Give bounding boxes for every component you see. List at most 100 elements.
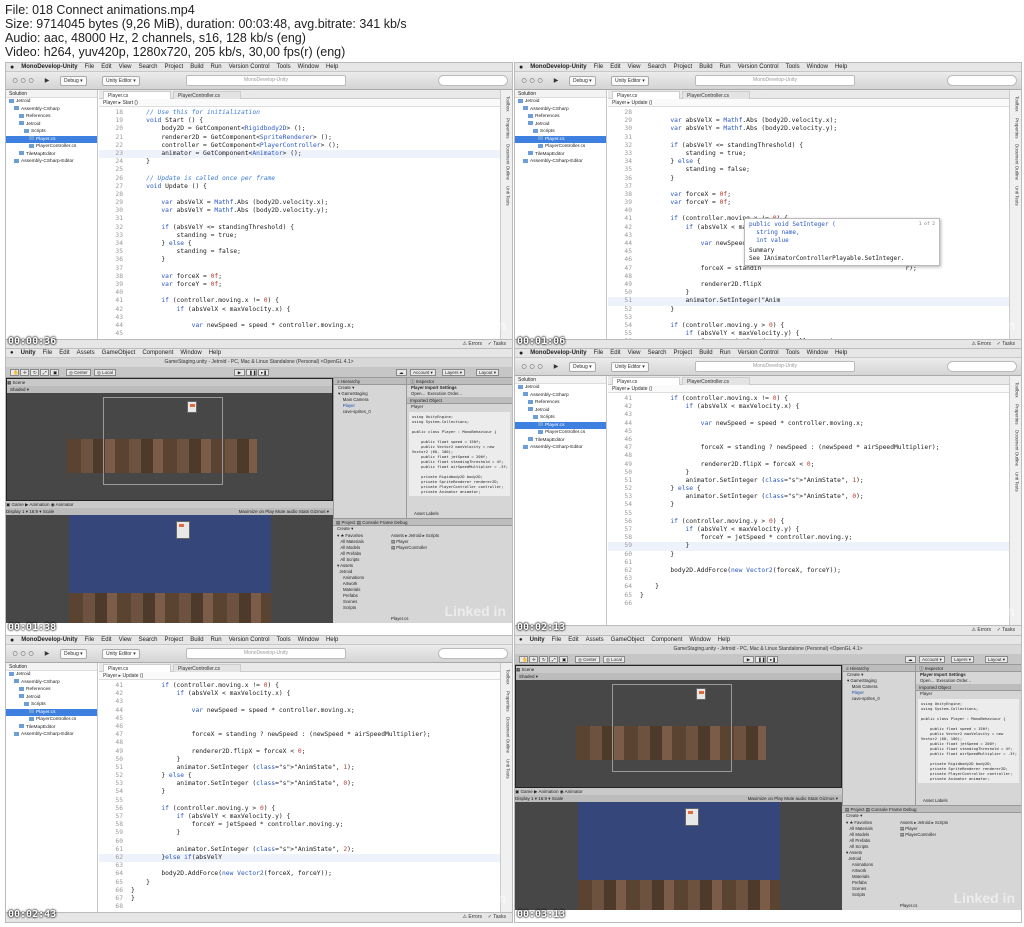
console-tab[interactable]: ▤ Console [866,807,889,812]
path-bar[interactable]: Player ▸ Start () [99,99,500,107]
tab-player[interactable]: Player.cs [612,377,680,385]
hierarchy-header[interactable]: ≡ Hierarchy [334,378,406,385]
search-input[interactable] [438,75,508,86]
menu-run[interactable]: Run [211,637,222,643]
project-tab[interactable]: ▤ Project [845,807,866,812]
scale-tool-icon[interactable]: ⤢ [549,656,558,663]
solution-item[interactable]: TileMapEditor [6,724,97,732]
mute-audio-toggle[interactable]: Mute audio [275,509,299,514]
scene-tab[interactable]: ▦ Scene [7,379,332,386]
code-area[interactable]: 18 // Use this for initialization 19 void… [99,107,500,338]
player-sprite[interactable] [187,401,197,413]
menu-help[interactable]: Help [835,350,847,356]
menu-project[interactable]: Project [165,64,184,70]
traffic-max-icon[interactable]: ○ [26,649,36,658]
menu-file[interactable]: File [552,637,562,643]
display-dropdown[interactable]: Display 1 ▾ [515,796,538,801]
solution-item[interactable]: Jetroid [6,694,97,702]
target-select[interactable]: Unity Editor ▾ [611,76,649,86]
menu-version-control[interactable]: Version Control [738,64,779,70]
rotate-tool-icon[interactable]: ↻ [30,369,39,376]
solution-item[interactable]: TileMapEditor [515,437,606,445]
solution-item[interactable]: Player.cs [515,421,606,429]
aspect-dropdown[interactable]: 16:9 ▾ [29,509,43,514]
target-select[interactable]: Unity Editor ▾ [102,649,140,659]
solution-item[interactable]: Scripts [515,414,606,422]
app-name[interactable]: Unity [530,637,545,643]
menu-help[interactable]: Help [326,64,338,70]
scale-slider[interactable]: Scale [43,509,54,514]
move-tool-icon[interactable]: ✛ [529,656,538,663]
search-input[interactable] [947,75,1017,86]
solution-item[interactable]: Assembly-CSharp [6,679,97,687]
side-tab-unit-tests[interactable]: Unit Tests [503,186,511,206]
config-select[interactable]: Debug ▾ [569,76,596,86]
menu-project[interactable]: Project [165,637,184,643]
project-create[interactable]: Create ▾ [842,813,1021,819]
scene-tab[interactable]: ▦ Scene [516,666,841,673]
maximize-on-play-toggle[interactable]: Maximize on Play [748,796,785,801]
tasks-button[interactable]: ✓ Tasks [997,627,1015,633]
menu-project[interactable]: Project [674,350,693,356]
search-input[interactable] [438,648,508,659]
execution-order-button[interactable]: Execution Order... [936,678,970,683]
solution-item[interactable]: References [515,113,606,121]
solution-item[interactable]: Jetroid [515,98,606,106]
menu-file[interactable]: File [85,637,95,643]
errors-button[interactable]: ⚠ Errors [972,627,991,633]
menu-help[interactable]: Help [209,350,221,356]
solution-item[interactable]: Jetroid [515,407,606,415]
tab-playercontroller[interactable]: PlayerController.cs [682,377,750,385]
script-file[interactable]: ▤ PlayerController [896,832,1021,838]
menu-view[interactable]: View [119,637,132,643]
apple-icon[interactable]: ● [519,637,523,643]
script-file[interactable]: ▤ PlayerController [387,545,512,551]
menu-window[interactable]: Window [807,64,828,70]
gizmos-dropdown[interactable]: Gizmos ▾ [819,796,838,801]
menu-assets[interactable]: Assets [77,350,95,356]
solution-item[interactable]: References [6,686,97,694]
animator-tab[interactable]: ◉ Animator [51,502,74,507]
side-tab-unit-tests[interactable]: Unit Tests [503,759,511,779]
hand-tool-icon[interactable]: ✋ [519,656,528,663]
pivot-local-button[interactable]: ◎ Local [94,369,116,376]
menu-component[interactable]: Component [142,350,173,356]
menu-build[interactable]: Build [699,350,712,356]
tab-playercontroller[interactable]: PlayerController.cs [173,91,241,99]
menu-tools[interactable]: Tools [277,64,291,70]
menu-build[interactable]: Build [190,64,203,70]
app-name[interactable]: Unity [21,350,36,356]
search-input[interactable] [947,361,1017,372]
project-tab[interactable]: ▤ Project [336,520,357,525]
solution-item[interactable]: TileMapEditor [515,151,606,159]
pause-button[interactable]: ❚❚ [755,656,766,663]
solution-item[interactable]: Jetroid [515,384,606,392]
menu-edit[interactable]: Edit [610,350,620,356]
solution-item[interactable]: Jetroid [515,121,606,129]
asset-folder[interactable]: Scripts [842,892,894,898]
stats-toggle[interactable]: Stats [808,796,820,801]
mute-audio-toggle[interactable]: Mute audio [784,796,808,801]
solution-item[interactable]: Player.cs [515,135,606,143]
target-select[interactable]: Unity Editor ▾ [611,362,649,372]
frame-debug-tab[interactable]: Frame Debug [380,520,408,525]
player-sprite[interactable] [696,688,706,700]
hierarchy-item[interactable]: cave-sprites_0 [843,696,915,702]
layout-dropdown[interactable]: Layout ▾ [985,656,1009,663]
hierarchy-header[interactable]: ≡ Hierarchy [843,665,915,672]
side-tab-document-outline[interactable]: Document Outline [503,144,511,180]
game-tab[interactable]: ▣ Game [6,502,25,507]
animator-tab[interactable]: ◉ Animator [560,789,583,794]
console-tab[interactable]: ▤ Console [357,520,380,525]
tab-player[interactable]: Player.cs [103,91,171,99]
menu-search[interactable]: Search [139,64,158,70]
side-tab-properties[interactable]: Properties [503,691,511,712]
solution-item[interactable]: Assembly-CSharp-Editor [6,731,97,739]
hierarchy-item[interactable]: cave-sprites_0 [334,409,406,415]
menu-build[interactable]: Build [190,637,203,643]
layers-dropdown[interactable]: Layers ▾ [951,656,975,663]
traffic-max-icon[interactable]: ○ [26,76,36,85]
solution-item[interactable]: PlayerController.cs [515,143,606,151]
code-area[interactable]: 41 if (controller.moving.x != 0) {42 if … [99,680,500,911]
solution-item[interactable]: References [515,399,606,407]
